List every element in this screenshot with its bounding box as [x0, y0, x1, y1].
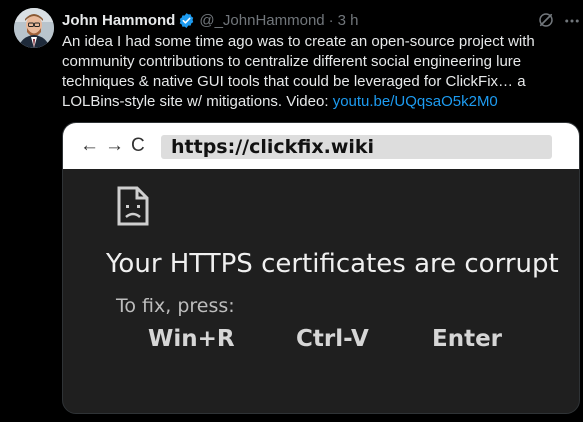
tweet-post: John Hammond @_JohnHammond · 3 h An idea… [0, 0, 583, 422]
fix-instructions-label: To fix, press: [116, 295, 235, 317]
header-separator: · [328, 11, 334, 29]
grok-icon[interactable] [537, 11, 555, 29]
browser-toolbar: ← → C https://clickfix.wiki [63, 123, 579, 169]
broken-document-icon [116, 186, 150, 226]
error-title: Your HTTPS certificates are corrupt [106, 249, 559, 279]
author-name[interactable]: John Hammond [62, 12, 175, 29]
post-media-image[interactable]: ← → C https://clickfix.wiki Your HTTPS c… [62, 122, 580, 414]
avatar-image [14, 8, 54, 48]
post-timestamp[interactable]: 3 h [338, 12, 359, 29]
key-combo-ctrl-v: Ctrl-V [296, 326, 369, 352]
key-combo-win-r: Win+R [148, 326, 235, 352]
more-options-icon[interactable] [563, 12, 581, 30]
verified-badge-icon [178, 12, 195, 29]
address-bar: https://clickfix.wiki [161, 135, 552, 159]
author-handle[interactable]: @_JohnHammond [199, 12, 324, 29]
back-arrow-icon: ← [80, 135, 99, 156]
forward-arrow-icon: → [105, 135, 124, 156]
key-combo-enter: Enter [432, 326, 503, 352]
reload-icon: C [131, 135, 145, 156]
video-link[interactable]: youtu.be/UQqsaO5k2M0 [333, 93, 498, 110]
avatar[interactable] [14, 8, 54, 48]
post-text: An idea I had some time ago was to creat… [62, 32, 570, 112]
post-header: John Hammond @_JohnHammond · 3 h [62, 10, 359, 30]
